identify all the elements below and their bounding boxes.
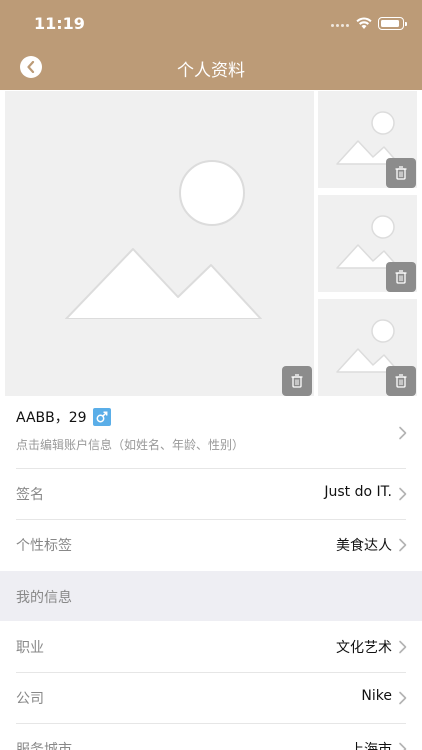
image-placeholder-icon bbox=[336, 215, 400, 269]
photo-thumb-2[interactable] bbox=[318, 195, 417, 292]
photo-main[interactable] bbox=[5, 91, 314, 396]
delete-photo-button[interactable] bbox=[386, 158, 416, 188]
signal-icon bbox=[331, 24, 351, 30]
job-label: 职业 bbox=[16, 640, 44, 656]
delete-photo-button[interactable] bbox=[386, 366, 416, 396]
profile-edit-row[interactable]: AABB，29 点击编辑账户信息（如姓名、年龄、性别） bbox=[0, 398, 422, 468]
trash-icon bbox=[395, 166, 407, 180]
delete-photo-button[interactable] bbox=[282, 366, 312, 396]
company-row[interactable]: 公司 Nike bbox=[0, 673, 422, 723]
photo-thumb-3[interactable] bbox=[318, 299, 417, 396]
status-time: 11:19 bbox=[34, 14, 85, 33]
tags-row[interactable]: 个性标签 美食达人 bbox=[0, 520, 422, 570]
signature-value: Just do IT. bbox=[324, 484, 392, 500]
chevron-right-icon bbox=[399, 538, 407, 552]
job-row[interactable]: 职业 文化艺术 bbox=[0, 622, 422, 672]
job-value: 文化艺术 bbox=[336, 640, 392, 656]
battery-icon bbox=[378, 17, 407, 30]
chevron-right-icon bbox=[399, 487, 407, 501]
company-value: Nike bbox=[361, 688, 392, 704]
trash-icon bbox=[395, 270, 407, 284]
photo-thumb-1[interactable] bbox=[318, 91, 417, 188]
section-title: 我的信息 bbox=[16, 590, 72, 606]
image-placeholder-icon bbox=[336, 111, 400, 165]
status-bar: 11:19 bbox=[0, 0, 422, 44]
delete-photo-button[interactable] bbox=[386, 262, 416, 292]
tags-label: 个性标签 bbox=[16, 538, 72, 554]
page-title: 个人资料 bbox=[177, 61, 245, 81]
city-row[interactable]: 服务城市 上海市 bbox=[0, 724, 422, 750]
wifi-icon bbox=[356, 17, 372, 29]
image-placeholder-icon bbox=[336, 319, 400, 373]
company-label: 公司 bbox=[16, 691, 44, 707]
back-button[interactable] bbox=[20, 56, 42, 78]
tags-value: 美食达人 bbox=[336, 538, 392, 554]
trash-icon bbox=[395, 374, 407, 388]
image-placeholder-icon bbox=[65, 160, 262, 319]
section-header-my-info: 我的信息 bbox=[0, 571, 422, 621]
signature-label: 签名 bbox=[16, 487, 44, 503]
profile-name: AABB，29 bbox=[16, 407, 111, 427]
chevron-right-icon bbox=[399, 742, 407, 750]
chevron-right-icon bbox=[399, 640, 407, 654]
city-value: 上海市 bbox=[350, 742, 392, 750]
city-label: 服务城市 bbox=[16, 742, 72, 750]
chevron-right-icon bbox=[399, 426, 407, 440]
profile-hint: 点击编辑账户信息（如姓名、年龄、性别） bbox=[16, 438, 245, 452]
chevron-left-icon bbox=[27, 61, 35, 73]
app-header: 11:19 个人资料 bbox=[0, 0, 422, 90]
signature-row[interactable]: 签名 Just do IT. bbox=[0, 469, 422, 519]
trash-icon bbox=[291, 374, 303, 388]
chevron-right-icon bbox=[399, 691, 407, 705]
profile-name-age: AABB，29 bbox=[16, 410, 87, 426]
male-icon bbox=[92, 408, 111, 426]
